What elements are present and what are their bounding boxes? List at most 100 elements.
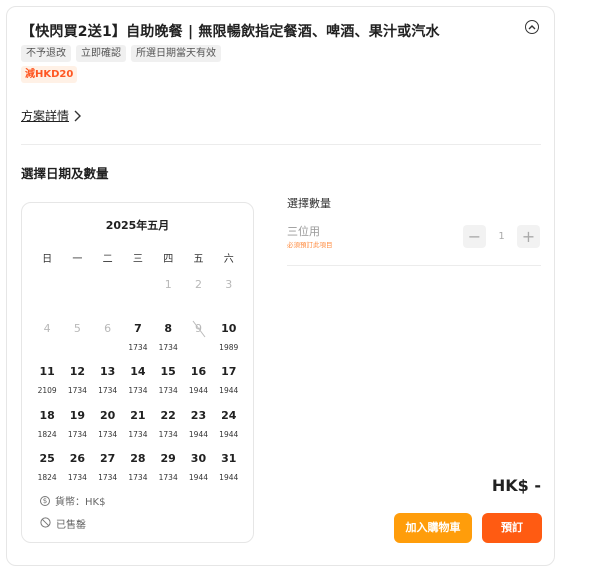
day-price: 1824 [37,429,57,439]
day-price: 1734 [128,342,148,352]
weekday-thu: 四 [163,254,174,265]
day-number: 29 [160,452,176,466]
day-price: 1734 [128,473,148,483]
day-number: 28 [130,452,146,466]
quantity-decrease-button[interactable]: − [463,225,486,248]
calendar-day-19[interactable]: 19 1734 [62,409,92,453]
calendar-day-27[interactable]: 27 1734 [93,452,123,496]
date-calendar: 2025年五月 日 一 二 三 四 五 六 123456717348173491… [21,202,254,543]
date-section-title: 選擇日期及數量 [21,166,109,181]
total-price: HK$ - [491,476,541,495]
day-number: 31 [221,452,237,466]
package-tags: 不予退改 立即確認 所選日期當天有效 [21,45,221,62]
day-price: 2109 [37,386,57,396]
quantity-increase-button[interactable]: + [517,225,540,248]
chevron-up-circle-icon[interactable] [525,20,539,34]
day-number: 1 [164,278,172,291]
day-price: 1944 [219,386,239,396]
day-number: 21 [130,408,146,422]
day-number: 14 [130,365,146,379]
calendar-day-12[interactable]: 12 1734 [62,365,92,409]
day-number: 12 [69,365,86,379]
promo-badge: 減HKD20 [21,66,78,83]
calendar-day-31[interactable]: 31 1944 [214,452,244,496]
calendar-day-11[interactable]: 11 2109 [32,365,62,409]
package-details-link[interactable]: 方案詳情 [21,107,82,124]
calendar-day-10[interactable]: 10 1989 [214,322,244,366]
book-button[interactable]: 預訂 [482,513,542,543]
day-number: 8 [164,321,173,335]
weekday-fri: 五 [193,254,204,265]
tag-no-refund: 不予退改 [21,45,71,62]
calendar-day-28[interactable]: 28 1734 [123,452,153,496]
weekday-sun: 日 [42,254,53,265]
calendar-day-empty [123,278,153,322]
calendar-day-24[interactable]: 24 1944 [214,409,244,453]
calendar-day-7[interactable]: 7 1734 [123,322,153,366]
day-price: 1944 [219,473,239,483]
weekday-tue: 二 [102,254,113,265]
day-price: 1734 [98,473,118,483]
day-number: 26 [69,452,86,466]
weekday-sat: 六 [223,254,234,265]
calendar-day-14[interactable]: 14 1734 [123,365,153,409]
calendar-day-17[interactable]: 17 1944 [214,365,244,409]
calendar-day-23[interactable]: 23 1944 [183,409,213,453]
calendar-day-25[interactable]: 25 1824 [32,452,62,496]
calendar-day-18[interactable]: 18 1824 [32,409,62,453]
calendar-days: 1234567173481734910198911210912173413173… [32,278,244,496]
quantity-row-name: 三位用 [287,225,320,238]
calendar-day-26[interactable]: 26 1734 [62,452,92,496]
day-number: 10 [221,321,237,335]
day-number: 6 [104,321,112,335]
day-number: 24 [221,408,237,422]
calendar-day-16[interactable]: 16 1944 [183,365,213,409]
quantity-required-note: 必須預訂此項目 [287,241,333,249]
day-number: 7 [134,321,142,335]
day-price: 1944 [188,386,208,396]
calendar-day-13[interactable]: 13 1734 [93,365,123,409]
calendar-day-6: 6 [93,322,123,366]
day-price: 1944 [188,429,208,439]
calendar-day-15[interactable]: 15 1734 [153,365,183,409]
day-number: 15 [160,365,176,379]
calendar-day-2: 2 [183,278,213,322]
day-price: 1734 [158,473,178,483]
tag-instant-confirm: 立即確認 [76,45,126,62]
day-number: 16 [190,365,207,379]
calendar-day-4: 4 [32,322,62,366]
day-price: 1944 [219,429,239,439]
day-price: 1734 [158,386,178,396]
day-price: 1734 [98,429,118,439]
calendar-day-5: 5 [62,322,92,366]
calendar-day-22[interactable]: 22 1734 [153,409,183,453]
calendar-day-30[interactable]: 30 1944 [183,452,213,496]
calendar-day-21[interactable]: 21 1734 [123,409,153,453]
day-number: 19 [69,408,86,422]
day-price: 1989 [219,342,239,352]
day-number: 4 [43,321,51,335]
quantity-label: 選擇數量 [287,197,331,210]
day-number: 17 [221,365,237,379]
calendar-month-title: 2025年五月 [105,219,170,232]
currency-legend: $ 貨幣：HK$ [40,493,105,508]
day-price: 1734 [98,386,118,396]
calendar-day-9: 9 [183,320,213,366]
day-number: 18 [39,408,55,422]
day-number: 30 [190,452,207,466]
day-number: 20 [100,408,116,422]
day-number: 13 [100,365,116,379]
tag-valid-date: 所選日期當天有效 [131,45,221,62]
calendar-day-8[interactable]: 8 1734 [153,322,183,366]
calendar-day-20[interactable]: 20 1734 [93,409,123,453]
add-to-cart-button[interactable]: 加入購物車 [394,513,472,543]
weekday-wed: 三 [132,254,143,265]
day-price: 1944 [188,473,208,483]
soldout-slash-icon [192,320,206,337]
day-number: 5 [73,321,81,335]
day-price: 1824 [37,473,57,483]
day-price: 1734 [128,386,148,396]
calendar-weekdays: 日 一 二 三 四 五 六 [32,250,244,265]
calendar-day-29[interactable]: 29 1734 [153,452,183,496]
day-number: 11 [39,365,55,379]
